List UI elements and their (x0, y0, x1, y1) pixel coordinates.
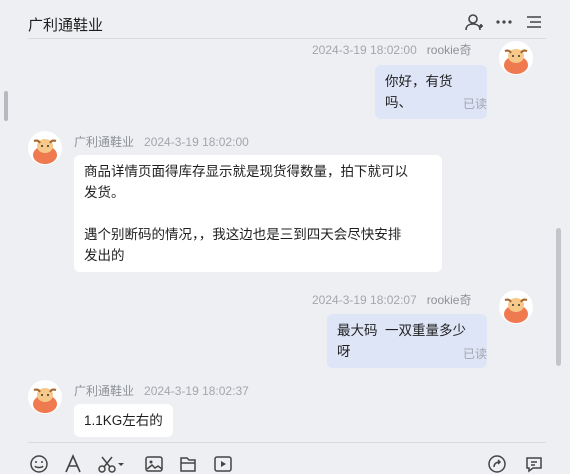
message-timestamp: 2024-3-19 18:02:00 (312, 43, 417, 57)
chat-header: 广利通鞋业 (0, 0, 570, 40)
left-scrollbar[interactable] (4, 91, 8, 121)
message-meta: 2024-3-19 18:02:00 rookie奇 (312, 41, 471, 58)
message-meta: 广利通鞋业 2024-3-19 18:02:00 (74, 133, 249, 150)
message-timestamp: 2024-3-19 18:02:00 (144, 135, 249, 149)
message-timestamp: 2024-3-19 18:02:37 (144, 384, 249, 398)
message-sender: rookie奇 (426, 43, 472, 57)
avatar[interactable] (28, 380, 62, 414)
avatar[interactable] (499, 290, 533, 324)
chat-settings-icon[interactable] (524, 454, 544, 474)
emoji-icon[interactable] (29, 454, 49, 474)
message-meta: 2024-3-19 18:02:07 rookie奇 (312, 291, 471, 308)
message-bubble[interactable]: 1.1KG左右的 (74, 404, 173, 437)
font-icon[interactable] (63, 454, 83, 474)
chat-title: 广利通鞋业 (28, 17, 104, 34)
message-sender: rookie奇 (426, 293, 472, 307)
avatar[interactable] (28, 131, 62, 165)
file-icon[interactable] (178, 454, 198, 474)
message-sender: 广利通鞋业 (74, 384, 135, 398)
more-icon[interactable] (494, 12, 514, 32)
video-icon[interactable] (213, 454, 233, 474)
avatar[interactable] (499, 41, 533, 75)
message-text: 商品详情页面得库存显示就是现货得数量，拍下就可以 发货。 遇个别断码的情况，，我… (84, 164, 408, 263)
message-text: 1.1KG左右的 (84, 413, 163, 428)
add-user-icon[interactable] (464, 12, 484, 32)
header-divider (28, 38, 546, 39)
message-scrollbar[interactable] (556, 228, 561, 366)
read-status: 已读 (463, 97, 488, 111)
message-sender: 广利通鞋业 (74, 135, 135, 149)
scissors-icon[interactable] (97, 454, 125, 474)
menu-list-icon[interactable] (524, 12, 544, 32)
read-status: 已读 (463, 347, 488, 361)
message-timestamp: 2024-3-19 18:02:07 (312, 293, 417, 307)
share-icon[interactable] (487, 454, 507, 474)
message-meta: 广利通鞋业 2024-3-19 18:02:37 (74, 382, 249, 399)
message-text: 最大码 一双重量多少呀 (337, 323, 467, 359)
message-bubble[interactable]: 商品详情页面得库存显示就是现货得数量，拍下就可以 发货。 遇个别断码的情况，，我… (74, 155, 442, 272)
toolbar-divider (28, 442, 546, 443)
image-icon[interactable] (144, 454, 164, 474)
